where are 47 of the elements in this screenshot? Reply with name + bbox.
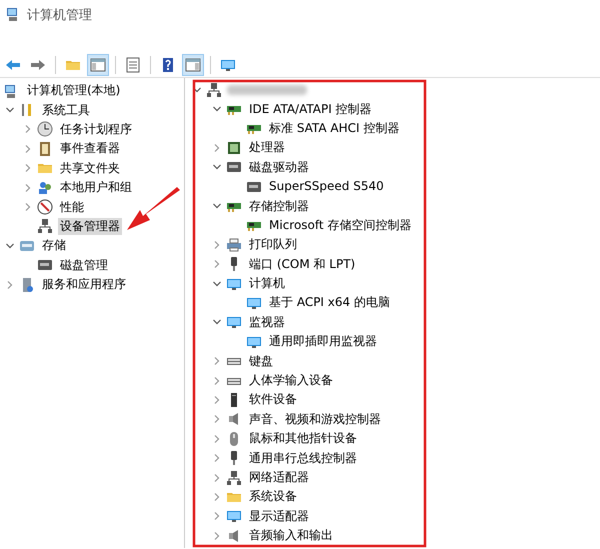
users-icon — [37, 180, 53, 196]
window-title: 计算机管理 — [27, 7, 92, 25]
tree-item[interactable]: 存储 — [40, 237, 68, 254]
network-icon — [226, 470, 242, 486]
tree-item[interactable]: 计算机管理(本地) — [25, 82, 122, 100]
tree-item[interactable]: 系统设备 — [247, 488, 299, 506]
tree-item[interactable]: IDE ATA/ATAPI 控制器 — [247, 100, 374, 118]
tree-item[interactable]: 通用即插即用监视器 — [267, 333, 379, 350]
tree-item[interactable]: 音频输入和输出 — [247, 527, 335, 544]
tree-item[interactable]: 键盘 — [247, 352, 275, 370]
printer-icon — [226, 236, 242, 253]
clock-icon — [37, 121, 53, 138]
tree-item[interactable]: 鼠标和其他指针设备 — [247, 430, 359, 448]
tree-item[interactable]: 网络适配器 — [247, 469, 311, 486]
tree-item[interactable]: 端口 (COM 和 LPT) — [247, 256, 358, 273]
tree-item[interactable]: 处理器 — [247, 139, 287, 156]
tree-item[interactable]: 标准 SATA AHCI 控制器 — [267, 120, 402, 137]
tree-item[interactable]: 任务计划程序 — [58, 120, 134, 138]
console-tree-icon[interactable] — [87, 54, 109, 76]
tree-item[interactable]: 存储控制器 — [247, 198, 311, 215]
tree-item[interactable]: Microsoft 存储空间控制器 — [267, 216, 414, 234]
tree-item[interactable]: SuperSSpeed S540 — [267, 178, 386, 196]
tree-item[interactable]: 声音、视频和游戏控制器 — [247, 410, 383, 428]
book-icon — [37, 140, 53, 157]
network-icon — [37, 218, 53, 234]
tree-item[interactable]: 软件设备 — [247, 391, 299, 408]
tree-item[interactable]: 系统工具 — [40, 102, 92, 119]
monitor-icon — [226, 314, 242, 330]
tree-item[interactable]: 显示适配器 — [247, 508, 311, 525]
tree-item[interactable]: 基于 ACPI x64 的电脑 — [267, 294, 392, 312]
network-icon — [206, 82, 222, 98]
monitor-icon — [226, 508, 242, 524]
tree-item[interactable]: 人体学输入设备 — [247, 372, 335, 390]
tree-item[interactable]: 共享文件夹 — [58, 160, 122, 177]
tree-item[interactable]: 计算机 — [247, 275, 287, 292]
tree-item[interactable]: 事件查看器 — [58, 140, 122, 158]
tree-item[interactable]: 本地用户和组 — [58, 179, 134, 196]
tree-item[interactable]: 打印队列 — [247, 236, 299, 254]
tree-item[interactable]: 设备管理器 — [58, 218, 122, 235]
action-pane-icon[interactable] — [182, 54, 204, 76]
tree-item[interactable]: 监视器 — [247, 314, 287, 331]
tree-item[interactable]: 性能 — [58, 198, 86, 216]
tree-item[interactable]: 磁盘管理 — [58, 256, 110, 274]
chip-icon — [226, 140, 242, 156]
tree-item[interactable]: 通用串行总线控制器 — [247, 450, 359, 467]
tree-item[interactable]: 磁盘驱动器 — [247, 158, 311, 176]
tree-item[interactable]: 服务和应用程序 — [40, 276, 128, 294]
